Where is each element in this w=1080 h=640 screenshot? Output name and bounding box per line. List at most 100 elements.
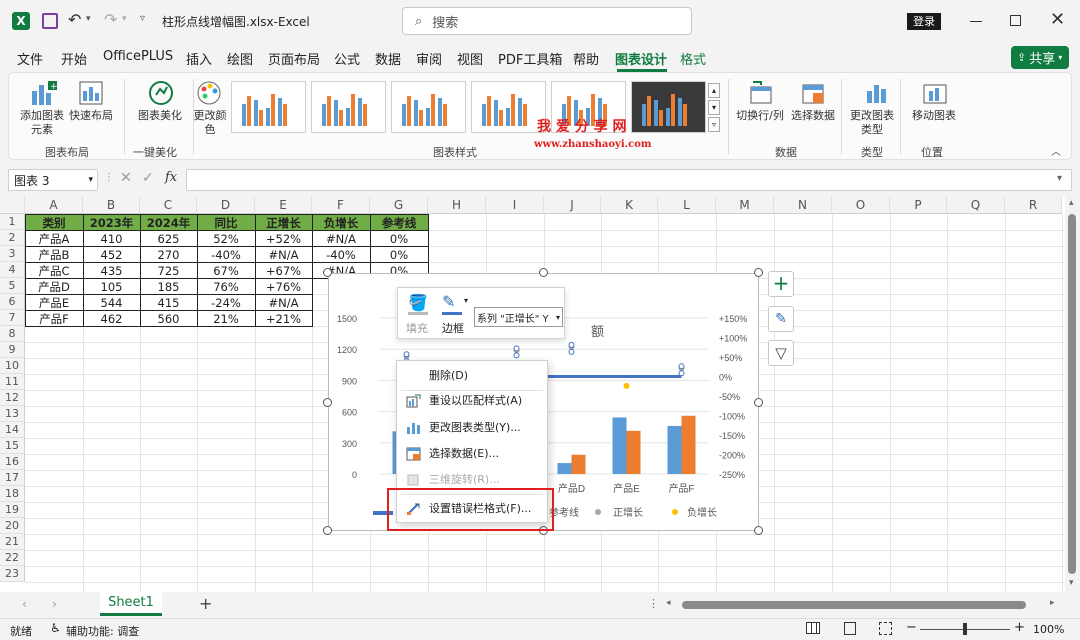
ctx-select-data[interactable]: 选择数据(E)... — [397, 441, 547, 467]
undo-dropdown-icon[interactable]: ▾ — [86, 14, 91, 24]
menu-format[interactable]: 格式 — [680, 49, 706, 68]
chart-elements-button[interactable]: + — [768, 271, 794, 297]
table-cell[interactable]: 产品F — [24, 309, 84, 327]
table-cell[interactable]: +21% — [254, 309, 313, 327]
quick-layout-icon[interactable] — [77, 79, 105, 107]
fill-label[interactable]: 填充 — [406, 320, 428, 336]
bar-2023年-产品E[interactable] — [612, 417, 627, 474]
redo-icon[interactable]: ↷ — [104, 10, 117, 29]
table-cell[interactable]: 462 — [82, 309, 141, 327]
error-bar-selection-handle[interactable] — [678, 363, 685, 370]
switch-row-column-label[interactable]: 切换行/列 — [733, 109, 787, 123]
legend-label[interactable]: 负增长 — [687, 506, 717, 519]
row-header-5[interactable]: 5 — [0, 278, 25, 294]
table-cell[interactable]: #N/A — [254, 293, 313, 311]
menu-home[interactable]: 开始 — [61, 49, 87, 68]
table-cell[interactable]: 452 — [82, 245, 141, 263]
normal-view-icon[interactable] — [806, 622, 820, 634]
table-cell[interactable]: 产品E — [24, 293, 84, 311]
chart-beautify-label[interactable]: 图表美化 — [129, 109, 191, 123]
collapse-ribbon-icon[interactable]: ︿ — [1051, 143, 1061, 158]
change-chart-type-icon[interactable] — [863, 79, 891, 107]
table-cell[interactable]: +52% — [254, 229, 313, 247]
zoom-level[interactable]: 100% — [1033, 623, 1064, 636]
menu-review[interactable]: 审阅 — [416, 49, 442, 68]
enter-formula-icon[interactable]: ✓ — [142, 170, 154, 186]
table-cell[interactable]: 产品D — [24, 277, 84, 295]
row-header-16[interactable]: 16 — [0, 454, 25, 470]
vscroll-down-icon[interactable]: ▾ — [1069, 578, 1074, 588]
column-header-G[interactable]: G — [370, 196, 428, 214]
page-break-view-icon[interactable] — [879, 622, 892, 635]
row-header-6[interactable]: 6 — [0, 294, 25, 310]
hscroll-left-icon[interactable]: ◂ — [666, 598, 671, 608]
row-header-7[interactable]: 7 — [0, 310, 25, 326]
table-cell[interactable]: 0% — [369, 229, 429, 247]
row-header-10[interactable]: 10 — [0, 358, 25, 374]
table-cell[interactable]: +76% — [254, 277, 313, 295]
row-header-18[interactable]: 18 — [0, 486, 25, 502]
gallery-scroll-down-icon[interactable]: ▾ — [708, 100, 720, 115]
border-pen-icon[interactable]: ✎ — [442, 292, 455, 311]
menu-draw[interactable]: 绘图 — [227, 49, 253, 68]
select-all-corner[interactable] — [0, 196, 25, 214]
ctx-delete[interactable]: 删除(D) — [397, 363, 547, 389]
add-sheet-icon[interactable]: + — [199, 594, 212, 613]
column-header-O[interactable]: O — [832, 196, 890, 214]
column-header-N[interactable]: N — [774, 196, 832, 214]
chart-style-thumb-1[interactable] — [231, 81, 306, 133]
y-right-tick-label[interactable]: -150% — [719, 431, 745, 441]
login-button[interactable]: 登录 — [907, 13, 941, 30]
row-header-23[interactable]: 23 — [0, 566, 25, 582]
y-right-tick-label[interactable]: +50% — [719, 353, 742, 363]
change-chart-type-label[interactable]: 更改图表类型 — [849, 109, 895, 137]
menu-insert[interactable]: 插入 — [186, 49, 212, 68]
table-cell[interactable]: 52% — [196, 229, 256, 247]
y-right-tick-label[interactable]: -50% — [719, 392, 740, 402]
table-cell[interactable]: 76% — [196, 277, 256, 295]
row-header-20[interactable]: 20 — [0, 518, 25, 534]
table-cell[interactable]: 产品C — [24, 261, 84, 279]
row-header-1[interactable]: 1 — [0, 214, 25, 230]
accessibility-status[interactable]: 辅助功能: 调查 — [66, 623, 139, 639]
table-header-cell[interactable]: 2023年 — [82, 213, 141, 231]
x-tick-label[interactable]: 产品E — [613, 482, 640, 495]
legend-positive-swatch[interactable] — [595, 509, 601, 515]
chart-filters-button[interactable]: ▽ — [768, 340, 794, 366]
y-right-tick-label[interactable]: +150% — [719, 314, 747, 324]
table-cell[interactable]: 产品B — [24, 245, 84, 263]
y-right-tick-label[interactable]: +100% — [719, 334, 747, 344]
table-header-cell[interactable]: 类别 — [24, 213, 84, 231]
resize-handle-e[interactable] — [754, 398, 763, 407]
table-cell[interactable]: 105 — [82, 277, 141, 295]
y-left-tick-label[interactable]: 1500 — [337, 314, 357, 324]
minimize-icon[interactable] — [970, 21, 982, 22]
table-cell[interactable]: #N/A — [311, 229, 371, 247]
sheet-tab-sheet1[interactable]: Sheet1 — [100, 592, 162, 616]
table-cell[interactable]: 410 — [82, 229, 141, 247]
column-header-B[interactable]: B — [83, 196, 140, 214]
select-data-icon[interactable] — [799, 79, 827, 107]
redo-dropdown-icon[interactable]: ▾ — [122, 14, 127, 24]
error-bar-selection-handle[interactable] — [513, 352, 520, 359]
menu-formulas[interactable]: 公式 — [334, 49, 360, 68]
change-colors-label[interactable]: 更改颜色 — [193, 109, 227, 137]
row-header-14[interactable]: 14 — [0, 422, 25, 438]
column-header-A[interactable]: A — [25, 196, 83, 214]
resize-handle-w[interactable] — [323, 398, 332, 407]
column-header-Q[interactable]: Q — [947, 196, 1005, 214]
error-bar-selection-handle[interactable] — [403, 351, 410, 358]
ctx-change-type[interactable]: 更改图表类型(Y)... — [397, 415, 547, 441]
column-header-J[interactable]: J — [544, 196, 601, 214]
name-box-dropdown-icon[interactable]: ▾ — [88, 175, 93, 185]
table-cell[interactable]: #N/A — [254, 245, 313, 263]
table-cell[interactable]: 435 — [82, 261, 141, 279]
table-header-cell[interactable]: 参考线 — [369, 213, 429, 231]
menu-help[interactable]: 帮助 — [573, 49, 599, 68]
error-bar-selection-handle[interactable] — [513, 345, 520, 352]
next-sheet-icon[interactable]: › — [52, 597, 57, 611]
row-header-13[interactable]: 13 — [0, 406, 25, 422]
maximize-icon[interactable] — [1010, 15, 1021, 26]
error-bar-selection-handle[interactable] — [568, 341, 575, 348]
resize-handle-se[interactable] — [754, 526, 763, 535]
